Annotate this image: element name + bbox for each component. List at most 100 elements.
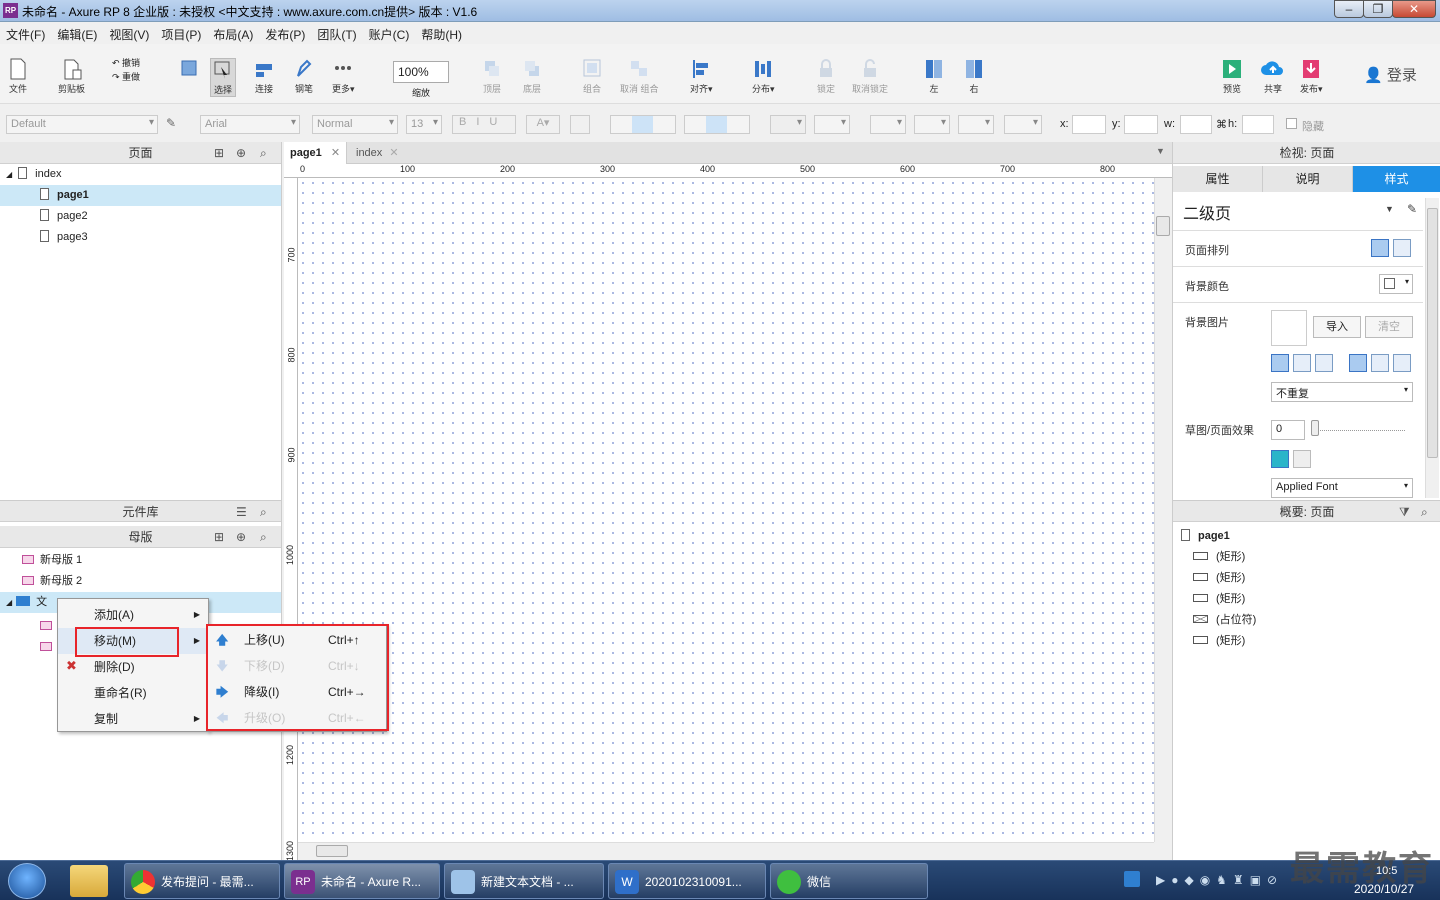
outline-item-4[interactable]: (占位符) bbox=[1193, 610, 1256, 630]
page-tree-item-index[interactable]: ◢ index bbox=[0, 164, 281, 185]
task-notepad[interactable]: 新建文本文档 - ... bbox=[444, 863, 604, 899]
inspector-scrollbar[interactable] bbox=[1425, 198, 1439, 498]
pen-tool[interactable]: 钢笔 bbox=[294, 58, 314, 95]
select-tool[interactable] bbox=[180, 58, 200, 82]
menu-item-rename[interactable]: 重命名(R) bbox=[58, 680, 208, 706]
tabs-dropdown-icon[interactable]: ▼ bbox=[1156, 146, 1165, 156]
image-pos-6[interactable] bbox=[1393, 354, 1411, 372]
login-button[interactable]: 👤 登录 bbox=[1364, 64, 1417, 85]
unlock-tool[interactable]: 取消锁定 bbox=[852, 58, 888, 95]
canvas-vertical-scrollbar[interactable] bbox=[1154, 178, 1172, 842]
edit-style-icon[interactable]: ✎ bbox=[1407, 202, 1417, 216]
align-left-button[interactable] bbox=[1371, 239, 1389, 257]
hidden-checkbox[interactable] bbox=[1286, 118, 1297, 129]
master-item-1[interactable]: 新母版 1 bbox=[0, 550, 281, 571]
style-edit-icon[interactable]: ✎ bbox=[166, 116, 176, 130]
task-axure[interactable]: RP 未命名 - Axure R... bbox=[284, 863, 440, 899]
font-weight-select[interactable]: Normal bbox=[312, 115, 398, 134]
line-color-button[interactable] bbox=[870, 115, 906, 134]
outline-item-3[interactable]: (矩形) bbox=[1193, 589, 1245, 609]
color-mode-button[interactable] bbox=[1271, 450, 1289, 468]
menu-item-duplicate[interactable]: 复制 ▶ bbox=[58, 706, 208, 732]
minimize-button[interactable]: – bbox=[1334, 0, 1364, 18]
outline-item-2[interactable]: (矩形) bbox=[1193, 568, 1245, 588]
grayscale-mode-button[interactable] bbox=[1293, 450, 1311, 468]
close-button[interactable]: ✕ bbox=[1392, 0, 1436, 18]
scroll-thumb[interactable] bbox=[316, 845, 348, 857]
image-pos-5[interactable] bbox=[1371, 354, 1389, 372]
tab-notes[interactable]: 说明 bbox=[1263, 166, 1353, 192]
line-width-button[interactable] bbox=[914, 115, 950, 134]
zoom-select[interactable]: 100% bbox=[393, 61, 449, 83]
close-tab-icon[interactable]: ✕ bbox=[331, 147, 340, 159]
task-wechat[interactable]: 微信 bbox=[770, 863, 928, 899]
arrow-style-button[interactable] bbox=[1004, 115, 1042, 134]
clipboard-tool[interactable]: 剪贴板 bbox=[58, 58, 85, 95]
horizontal-align-buttons[interactable] bbox=[610, 115, 676, 134]
expand-icon[interactable]: ◢ bbox=[6, 598, 12, 607]
image-pos-2[interactable] bbox=[1293, 354, 1311, 372]
shadow-button[interactable] bbox=[814, 115, 850, 134]
search-icon[interactable]: ⌕ bbox=[260, 526, 267, 548]
chevron-down-icon[interactable]: ▼ bbox=[1385, 204, 1394, 214]
add-folder-icon[interactable]: ⊕ bbox=[236, 526, 246, 548]
menu-publish[interactable]: 发布(P) bbox=[259, 22, 311, 43]
add-page-icon[interactable]: ⊞ bbox=[214, 142, 224, 164]
font-size-select[interactable]: 13 bbox=[406, 115, 442, 134]
menu-team[interactable]: 团队(T) bbox=[311, 22, 362, 43]
style-select[interactable]: Default bbox=[6, 115, 158, 134]
preview-tool[interactable]: 预览 bbox=[1222, 58, 1242, 95]
repeat-select[interactable]: 不重复 ▾ bbox=[1271, 382, 1413, 402]
send-to-back-tool[interactable]: 底层 bbox=[522, 58, 542, 95]
outline-root[interactable]: page1 bbox=[1181, 526, 1230, 546]
image-pos-3[interactable] bbox=[1315, 354, 1333, 372]
filter-icon[interactable]: ⧩ bbox=[1399, 501, 1410, 523]
connect-tool[interactable]: 连接 bbox=[254, 58, 274, 95]
expand-icon[interactable]: ◢ bbox=[6, 170, 12, 179]
slider-thumb[interactable] bbox=[1311, 420, 1319, 436]
clear-button[interactable]: 清空 bbox=[1365, 316, 1413, 338]
menu-item-delete[interactable]: ✖ 删除(D) bbox=[58, 654, 208, 680]
search-icon[interactable]: ⌕ bbox=[260, 142, 267, 164]
fill-color-button[interactable] bbox=[770, 115, 806, 134]
x-input[interactable] bbox=[1072, 115, 1106, 134]
menu-view[interactable]: 视图(V) bbox=[103, 22, 155, 43]
select-mode-tool[interactable]: 选择 bbox=[210, 58, 236, 97]
task-word[interactable]: W 2020102310091... bbox=[608, 863, 766, 899]
tab-properties[interactable]: 属性 bbox=[1173, 166, 1263, 192]
menu-file[interactable]: 文件(F) bbox=[0, 22, 51, 43]
sketch-input[interactable]: 0 bbox=[1271, 420, 1305, 440]
scroll-thumb[interactable] bbox=[1156, 216, 1170, 236]
maximize-button[interactable]: ❐ bbox=[1363, 0, 1393, 18]
bg-color-picker[interactable]: ▾ bbox=[1379, 274, 1413, 294]
lock-tool[interactable]: 锁定 bbox=[816, 58, 836, 95]
align-tool[interactable]: 对齐▾ bbox=[690, 58, 713, 95]
share-tool[interactable]: 共享 bbox=[1261, 58, 1285, 95]
page-tree-item-page3[interactable]: page3 bbox=[0, 227, 281, 248]
more-tool[interactable]: 更多▾ bbox=[332, 58, 355, 95]
image-pos-1[interactable] bbox=[1271, 354, 1289, 372]
tab-index[interactable]: index ✕ bbox=[350, 142, 405, 164]
font-select[interactable]: Applied Font ▾ bbox=[1271, 478, 1413, 498]
redo-button[interactable]: ↷ 重做 bbox=[112, 70, 140, 84]
ungroup-tool[interactable]: 取消 组合 bbox=[620, 58, 659, 95]
master-item-2[interactable]: 新母版 2 bbox=[0, 571, 281, 592]
outline-item-1[interactable]: (矩形) bbox=[1193, 547, 1245, 567]
font-color-button[interactable]: A▾ bbox=[526, 115, 560, 134]
menu-project[interactable]: 项目(P) bbox=[155, 22, 207, 43]
close-tab-icon[interactable]: ✕ bbox=[389, 147, 398, 159]
import-button[interactable]: 导入 bbox=[1313, 316, 1361, 338]
menu-help[interactable]: 帮助(H) bbox=[415, 22, 468, 43]
bullet-list-button[interactable] bbox=[570, 115, 590, 134]
page-tree-item-page1[interactable]: page1 bbox=[0, 185, 281, 206]
undo-button[interactable]: ↶ 撤销 bbox=[112, 56, 140, 70]
menu-icon[interactable]: ☰ bbox=[236, 501, 247, 523]
file-tool[interactable]: 文件 bbox=[8, 58, 28, 95]
h-input[interactable] bbox=[1242, 115, 1274, 134]
left-tool[interactable]: 左 bbox=[924, 58, 944, 95]
sketch-slider[interactable] bbox=[1313, 430, 1405, 431]
search-icon[interactable]: ⌕ bbox=[1421, 501, 1428, 523]
bring-to-front-tool[interactable]: 顶层 bbox=[482, 58, 502, 95]
add-master-icon[interactable]: ⊞ bbox=[214, 526, 224, 548]
right-tool[interactable]: 右 bbox=[964, 58, 984, 95]
